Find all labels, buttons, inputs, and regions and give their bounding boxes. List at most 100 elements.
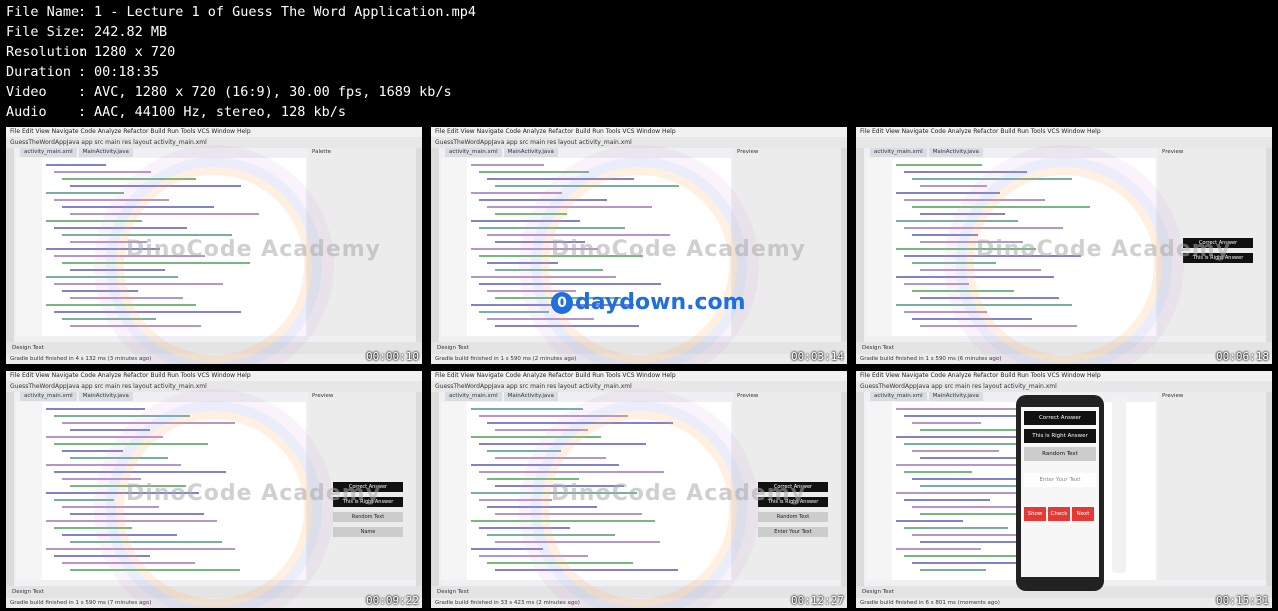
info-row: File Size: 242.82 MB — [6, 24, 168, 40]
code-line — [904, 527, 1008, 529]
editor-tabs: activity_main.xml MainActivity.java — [20, 392, 135, 401]
code-line — [912, 234, 978, 236]
ide-menu-bar[interactable]: File Edit View Navigate Code Analyze Ref… — [6, 371, 422, 381]
video-thumbnail[interactable]: File Edit View Navigate Code Analyze Ref… — [6, 371, 422, 608]
info-row: File Name: 1 - Lecture 1 of Guess The Wor… — [6, 4, 477, 20]
project-tool-strip — [6, 392, 14, 586]
thumbnail-grid: File Edit View Navigate Code Analyze Ref… — [6, 127, 1272, 609]
emulator-controls[interactable] — [1112, 397, 1126, 573]
video-thumbnail[interactable]: File Edit View Navigate Code Analyze Ref… — [431, 127, 847, 364]
editor-tabs: activity_main.xml MainActivity.java — [445, 148, 560, 157]
editor-tab[interactable]: MainActivity.java — [928, 392, 983, 401]
preview-panel: Preview — [1158, 392, 1266, 580]
editor-tab[interactable]: activity_main.xml — [445, 148, 502, 157]
emulator-button[interactable]: Check — [1048, 507, 1070, 521]
timestamp: 00:03:14 — [791, 350, 844, 363]
code-line — [896, 548, 981, 550]
right-tool-strip — [841, 392, 847, 586]
video-thumbnail[interactable]: File Edit View Navigate Code Analyze Ref… — [6, 127, 422, 364]
ide-menu-bar[interactable]: File Edit View Navigate Code Analyze Ref… — [431, 371, 847, 381]
code-line — [896, 192, 1000, 194]
info-row: Resolution: 1280 x 720 — [6, 44, 176, 60]
project-tool-strip — [856, 148, 864, 342]
line-gutter — [866, 158, 892, 336]
emulator-button[interactable]: Show — [1024, 507, 1046, 521]
editor-tabs: activity_main.xml MainActivity.java — [20, 148, 135, 157]
emulator-item: This is Right Answer — [1024, 429, 1096, 443]
timestamp: 00:09:22 — [366, 594, 419, 607]
code-line — [471, 548, 543, 550]
ide-breadcrumb: GuessTheWordAppJava app src main res lay… — [856, 381, 1272, 392]
code-line — [896, 520, 963, 522]
ide-menu-bar[interactable]: File Edit View Navigate Code Analyze Ref… — [431, 127, 847, 137]
code-line — [46, 408, 145, 410]
editor-tabs: activity_main.xml MainActivity.java — [445, 392, 560, 401]
video-thumbnail[interactable]: File Edit View Navigate Code Analyze Ref… — [431, 371, 847, 608]
site-name: daydown.com — [575, 290, 746, 315]
site-watermark: 0 daydown.com — [551, 290, 746, 315]
editor-tab[interactable]: activity_main.xml — [870, 392, 927, 401]
editor-tab[interactable]: MainActivity.java — [503, 148, 558, 157]
editor-tab[interactable]: MainActivity.java — [503, 392, 558, 401]
code-line — [471, 408, 583, 410]
info-row: Audio: AAC, 44100 Hz, stereo, 128 kb/s — [6, 104, 346, 120]
editor-tab[interactable]: MainActivity.java — [78, 148, 133, 157]
code-line — [495, 429, 588, 431]
ide-breadcrumb: GuessTheWordAppJava app src main res lay… — [431, 137, 847, 148]
line-gutter — [866, 402, 892, 580]
code-line — [70, 429, 150, 431]
ide-menu-bar[interactable]: File Edit View Navigate Code Analyze Ref… — [856, 127, 1272, 137]
code-line — [904, 171, 1027, 173]
right-tool-strip — [841, 148, 847, 342]
ide-breadcrumb: GuessTheWordAppJava app src main res lay… — [6, 381, 422, 392]
preview-title: Preview — [1162, 149, 1184, 155]
watermark-logo: DinoCode Academy — [976, 237, 1232, 262]
editor-tab[interactable]: MainActivity.java — [78, 392, 133, 401]
code-line — [904, 471, 972, 473]
file-info: File Name: 1 - Lecture 1 of Guess The Wor… — [6, 2, 476, 122]
editor-tabs: activity_main.xml MainActivity.java — [870, 148, 985, 157]
editor-tab[interactable]: activity_main.xml — [20, 148, 77, 157]
emulator-phone: Correct Answer This is Right Answer Random… — [1016, 395, 1104, 591]
editor-tab[interactable]: activity_main.xml — [870, 148, 927, 157]
watermark-ring — [541, 167, 737, 363]
emulator-button[interactable]: Next — [1072, 507, 1094, 521]
code-line — [920, 429, 1026, 431]
emulator-item: Random Text — [1024, 447, 1096, 461]
preview-title: Preview — [1162, 393, 1184, 399]
ide-breadcrumb: GuessTheWordAppJava app src main res lay… — [6, 137, 422, 148]
watermark-logo: DinoCode Academy — [551, 237, 807, 262]
right-tool-strip — [1266, 392, 1272, 586]
timestamp: 00:00:10 — [366, 350, 419, 363]
editor-tab[interactable]: activity_main.xml — [20, 392, 77, 401]
right-tool-strip — [416, 392, 422, 586]
preview-card: Random Text — [758, 512, 828, 522]
preview-title: Preview — [737, 149, 759, 155]
editor-tab[interactable]: MainActivity.java — [928, 148, 983, 157]
code-line — [479, 311, 549, 313]
preview-title: Preview — [737, 393, 759, 399]
ide-menu-bar[interactable]: File Edit View Navigate Code Analyze Ref… — [856, 371, 1272, 381]
status-bar: Gradle build finished in 6 s 801 ms (mom… — [856, 598, 1272, 608]
code-line — [487, 450, 561, 452]
video-thumbnail[interactable]: File Edit View Navigate Code Analyze Ref… — [856, 371, 1272, 608]
timestamp: 00:15:31 — [1216, 594, 1269, 607]
video-thumbnail[interactable]: File Edit View Navigate Code Analyze Ref… — [856, 127, 1272, 364]
code-line — [54, 171, 151, 173]
preview-title: Palette — [312, 149, 332, 155]
watermark-logo: DinoCode Academy — [126, 237, 382, 262]
watermark-logo: DinoCode Academy — [126, 481, 382, 506]
code-line — [896, 164, 982, 166]
right-tool-strip — [1266, 148, 1272, 342]
preview-card: Name — [333, 527, 403, 537]
ide-breadcrumb — [856, 137, 1272, 148]
code-line — [904, 499, 990, 501]
line-gutter — [441, 402, 467, 580]
watermark-ring — [541, 411, 737, 607]
ide-menu-bar[interactable]: File Edit View Navigate Code Analyze Ref… — [6, 127, 422, 137]
code-line — [912, 422, 981, 424]
ide-breadcrumb: GuessTheWordAppJava app src main res lay… — [431, 381, 847, 392]
code-line — [912, 478, 1017, 480]
code-line — [904, 311, 987, 313]
editor-tab[interactable]: activity_main.xml — [445, 392, 502, 401]
